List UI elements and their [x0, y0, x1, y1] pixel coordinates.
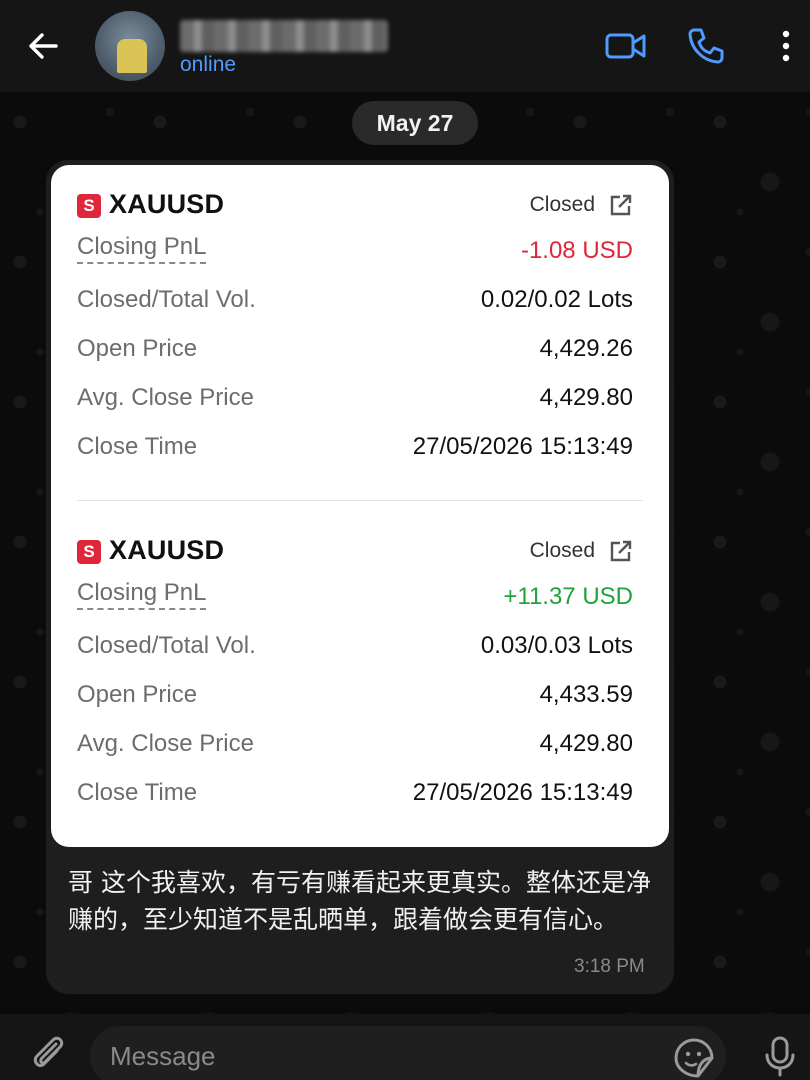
sell-badge: S [77, 540, 101, 564]
volume-row: Closed/Total Vol. 0.02/0.02 Lots [51, 274, 669, 323]
message-timestamp: 3:18 PM [574, 956, 645, 977]
back-button[interactable] [22, 24, 66, 68]
row-label: Avg. Close Price [77, 730, 254, 757]
row-label: Open Price [77, 335, 198, 362]
external-link-icon [610, 194, 632, 216]
video-camera-icon [605, 33, 646, 59]
row-value: 4,433.59 [539, 681, 633, 708]
sticker-icon [674, 1038, 714, 1078]
trade-status: Closed [529, 539, 595, 562]
trade-header: S XAUUSD Closed [51, 189, 669, 225]
attach-button[interactable] [26, 1030, 70, 1074]
row-label: Closed/Total Vol. [77, 632, 256, 659]
trade-record: S XAUUSD Closed Closing PnL +11.37 USD C… [51, 535, 669, 816]
message-text: 哥 这个我喜欢，有亏有赚看起来更真实。整体还是净赚的，至少知道不是乱晒单，跟着做… [68, 868, 651, 934]
pnl-row: Closing PnL +11.37 USD [51, 571, 669, 620]
phone-icon [688, 28, 724, 64]
paperclip-icon [33, 1036, 64, 1068]
row-value: 0.02/0.02 Lots [480, 286, 633, 313]
close-time-row: Close Time 27/05/2026 15:13:49 [51, 767, 669, 816]
row-label: Closing PnL [77, 233, 207, 264]
close-time-row: Close Time 27/05/2026 15:13:49 [51, 421, 669, 470]
row-value: 27/05/2026 15:13:49 [412, 433, 633, 460]
close-price-row: Avg. Close Price 4,429.80 [51, 718, 669, 767]
date-separator: May 27 [352, 101, 478, 145]
open-price-row: Open Price 4,433.59 [51, 669, 669, 718]
avatar[interactable] [95, 11, 165, 81]
message-input[interactable] [90, 1026, 726, 1080]
back-arrow-icon [29, 33, 58, 59]
row-value: 4,429.26 [539, 335, 633, 362]
row-label: Closed/Total Vol. [77, 286, 256, 313]
chat-header: online [0, 0, 810, 92]
external-link-icon [610, 540, 632, 562]
voice-call-button[interactable] [684, 24, 728, 68]
trade-symbol: XAUUSD [109, 535, 225, 565]
row-label: Avg. Close Price [77, 384, 254, 411]
online-status: online [180, 53, 237, 76]
row-value: 4,429.80 [539, 730, 633, 757]
close-price-row: Avg. Close Price 4,429.80 [51, 372, 669, 421]
row-value: 0.03/0.03 Lots [480, 632, 633, 659]
divider [77, 500, 643, 501]
row-value: +11.37 USD [503, 583, 633, 610]
microphone-icon [765, 1036, 795, 1077]
pnl-row: Closing PnL -1.08 USD [51, 225, 669, 274]
trade-symbol: XAUUSD [109, 189, 225, 219]
sell-badge: S [77, 194, 101, 218]
row-label: Closing PnL [77, 579, 207, 610]
more-vertical-icon [782, 30, 790, 62]
row-label: Close Time [77, 433, 198, 460]
row-value: 27/05/2026 15:13:49 [412, 779, 633, 806]
trade-header: S XAUUSD Closed [51, 535, 669, 571]
trade-record: S XAUUSD Closed Closing PnL -1.08 USD Cl… [51, 189, 669, 470]
row-label: Open Price [77, 681, 198, 708]
more-options-button[interactable] [764, 24, 808, 68]
contact-name[interactable] [180, 20, 388, 52]
trade-status: Closed [529, 193, 595, 216]
sticker-button[interactable] [672, 1036, 716, 1080]
row-value: 4,429.80 [539, 384, 633, 411]
volume-row: Closed/Total Vol. 0.03/0.03 Lots [51, 620, 669, 669]
trade-screenshot-card[interactable]: S XAUUSD Closed Closing PnL -1.08 USD Cl… [51, 165, 669, 847]
voice-message-button[interactable] [758, 1034, 802, 1078]
row-value: -1.08 USD [520, 237, 633, 264]
open-price-row: Open Price 4,429.26 [51, 323, 669, 372]
row-label: Close Time [77, 779, 198, 806]
video-call-button[interactable] [604, 24, 648, 68]
